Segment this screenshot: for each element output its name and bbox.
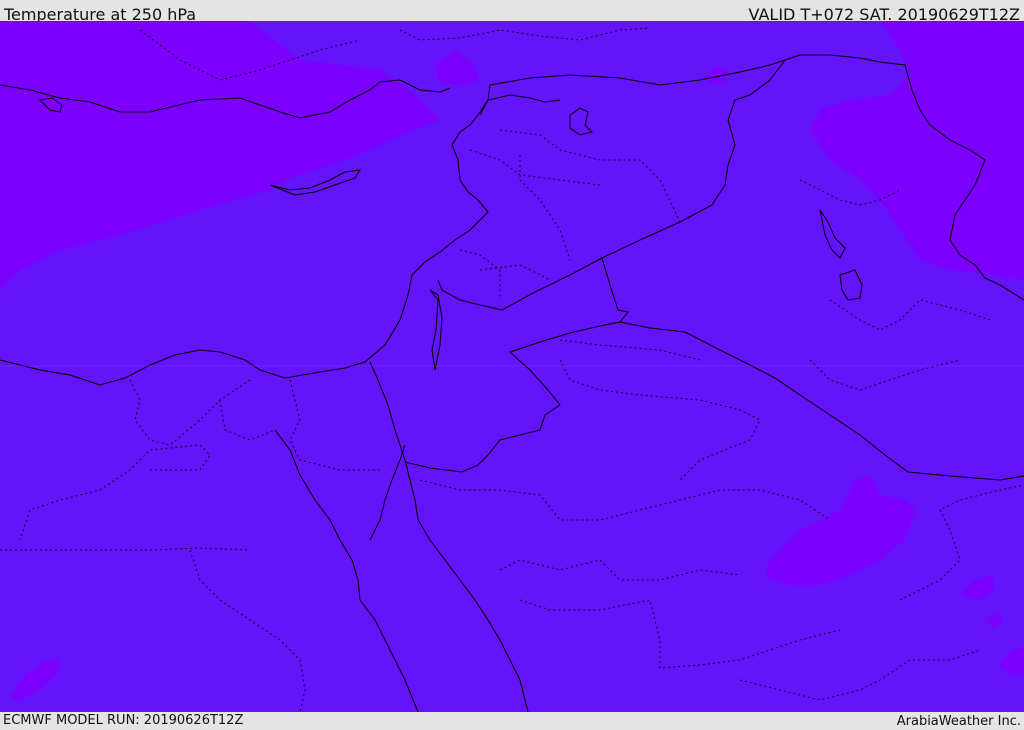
footer-bar: ECMWF MODEL RUN: 20190626T12Z ArabiaWeat… [0,712,1024,729]
map-canvas[interactable] [0,21,1024,712]
model-run-label: ECMWF MODEL RUN: 20190626T12Z [3,713,244,728]
temperature-map-svg [0,21,1024,712]
provider-label: ArabiaWeather Inc. [896,714,1021,729]
header-bar: Temperature at 250 hPa VALID T+072 SAT. … [0,0,1024,24]
